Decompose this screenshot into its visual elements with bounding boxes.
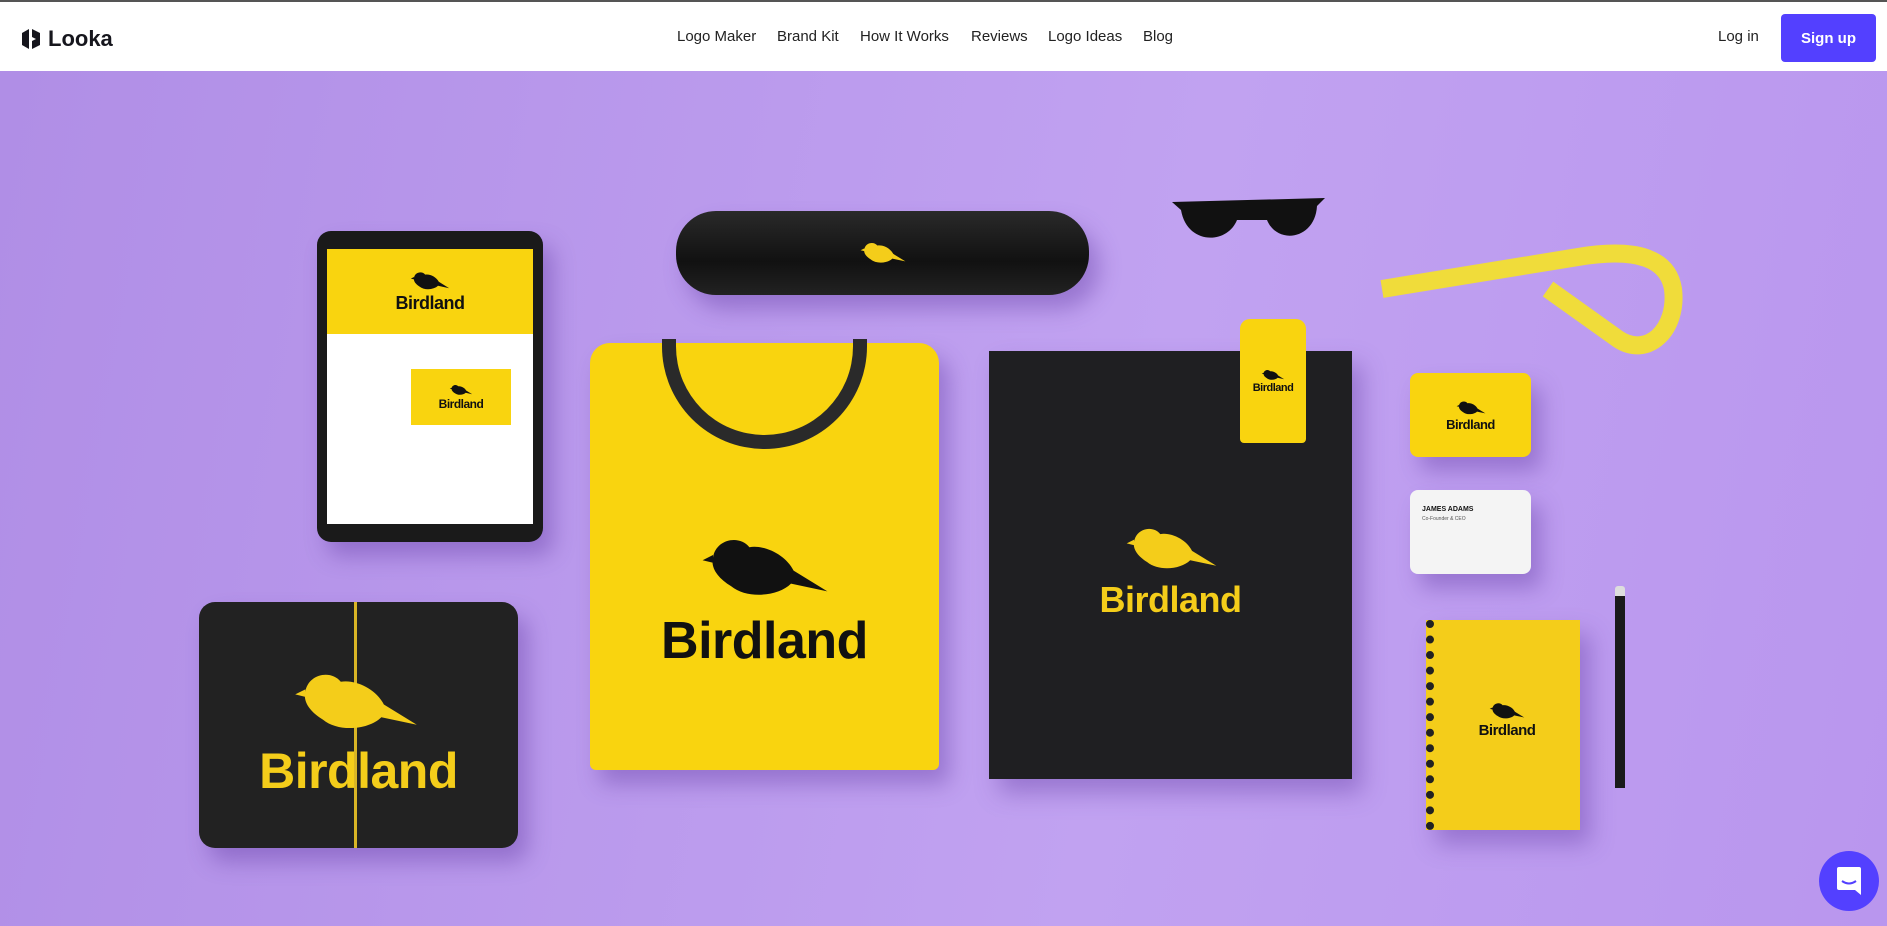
bird-logo-icon: [700, 528, 830, 608]
card-title: Co-Founder & CEO: [1422, 516, 1466, 522]
site-header: Looka Logo Maker Brand Kit How It Works …: [0, 2, 1887, 71]
bird-logo-icon: [449, 383, 473, 397]
pencil-decoration: [1615, 586, 1625, 788]
package-brand-text: Birdland: [259, 743, 458, 799]
tablet-post-brand-text: Birdland: [438, 397, 484, 411]
nav-brand-kit[interactable]: Brand Kit: [777, 28, 839, 45]
bird-logo-icon: [1261, 368, 1285, 382]
nav-how-it-works[interactable]: How It Works: [860, 28, 949, 45]
tape-measure-decoration: [1380, 244, 1683, 355]
brand-logo[interactable]: Looka: [20, 26, 113, 52]
card-name: JAMES ADAMS: [1422, 506, 1474, 513]
nav-logo-ideas[interactable]: Logo Ideas: [1048, 28, 1122, 45]
chat-bubble-icon: [1837, 867, 1861, 895]
login-link[interactable]: Log in: [1718, 28, 1759, 45]
bird-logo-icon: [291, 664, 421, 740]
poster-tube-mockup: [676, 211, 1089, 295]
tshirt-mockup: Birdland: [590, 339, 939, 770]
wrapped-package-mockup: Birdland: [199, 602, 518, 848]
tag-brand-text: Birdland: [1252, 382, 1294, 394]
bird-logo-icon: [858, 239, 908, 267]
sunglasses-decoration: [1172, 198, 1325, 238]
card-brand-text: Birdland: [1446, 416, 1495, 432]
tshirt-brand-text: Birdland: [661, 612, 868, 670]
bird-logo-icon: [410, 269, 450, 293]
bird-logo-icon: [1489, 700, 1525, 722]
nav-reviews[interactable]: Reviews: [971, 28, 1028, 45]
bird-logo-icon: [1124, 521, 1219, 577]
tablet-brand-text: Birdland: [395, 293, 465, 313]
notebook-brand-text: Birdland: [1478, 722, 1536, 739]
brand-name: Looka: [48, 26, 113, 51]
signup-button[interactable]: Sign up: [1781, 14, 1876, 62]
hang-tag-mockup: Birdland: [1240, 319, 1306, 443]
folder-brand-text: Birdland: [1099, 579, 1242, 620]
nav-logo-maker[interactable]: Logo Maker: [677, 28, 756, 45]
tablet-mockup: Birdland Birdland: [317, 231, 543, 542]
white-business-card: JAMES ADAMS Co-Founder & CEO: [1410, 490, 1531, 574]
chat-launcher-button[interactable]: [1819, 851, 1879, 911]
yellow-business-card: Birdland: [1410, 373, 1531, 457]
hero-brand-mockup: Birdland Birdland Birdland Birdland Bird…: [0, 71, 1887, 926]
bird-logo-icon: [1456, 399, 1486, 417]
nav-blog[interactable]: Blog: [1143, 28, 1173, 45]
looka-logo-icon: [22, 29, 40, 49]
notebook-mockup: Birdland: [1426, 620, 1580, 830]
